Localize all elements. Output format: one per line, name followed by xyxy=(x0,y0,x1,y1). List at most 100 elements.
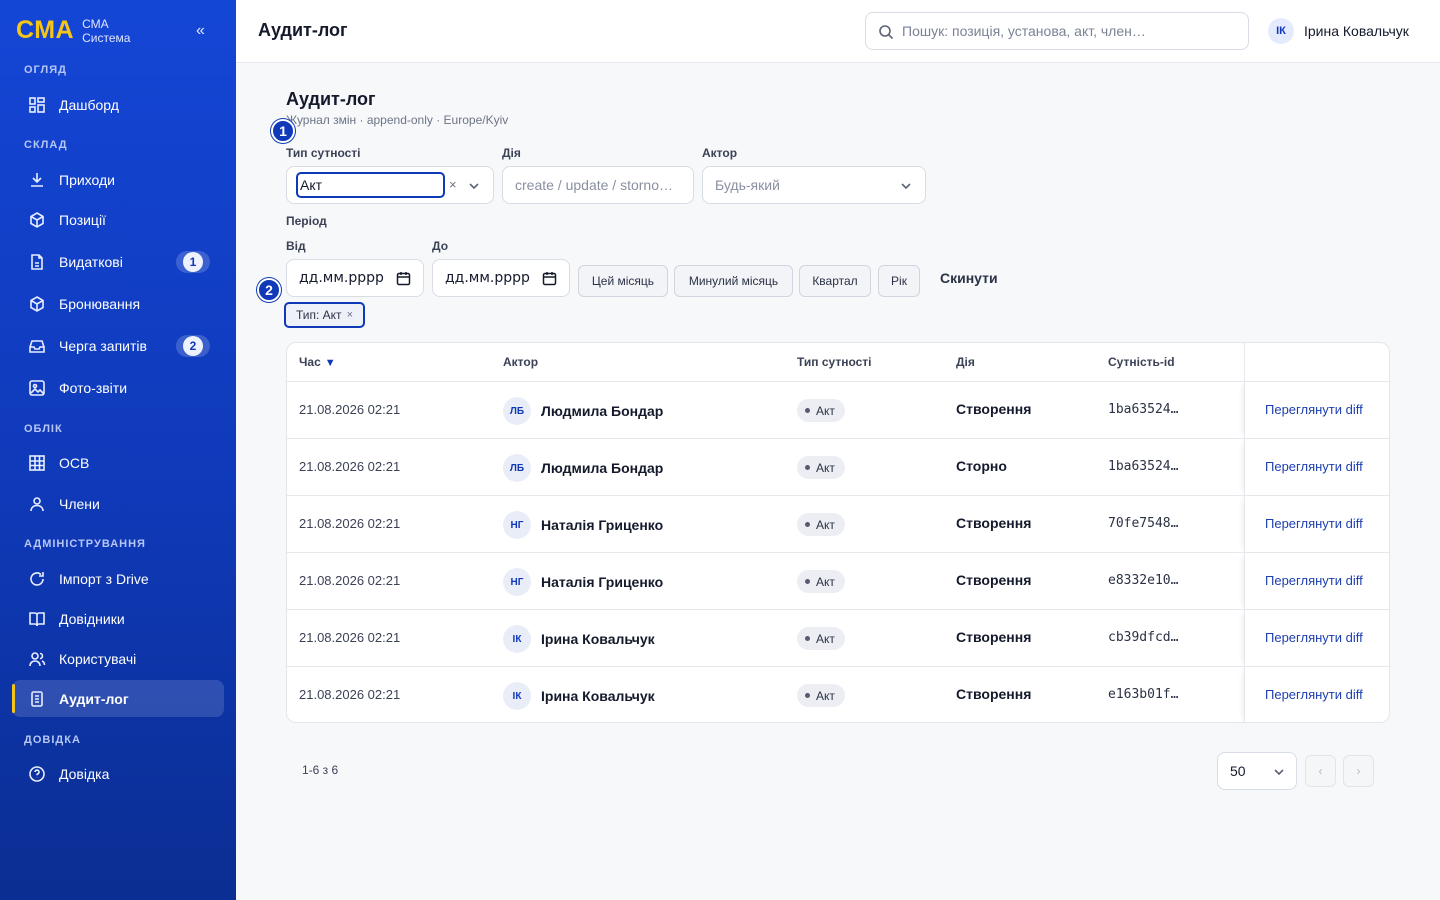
preset-last-month-button[interactable]: Минулий місяць xyxy=(674,265,793,297)
count-badge: 1 xyxy=(176,250,210,273)
column-header-action: Дія xyxy=(956,355,975,369)
sidebar-item-receipts[interactable]: Приходи xyxy=(12,161,224,198)
date-to-input[interactable]: дд.мм.рррр xyxy=(432,259,570,297)
actor-name: Ірина Ковальчук xyxy=(541,688,655,704)
entity-type-input[interactable]: Акт xyxy=(296,172,445,198)
cell-action: Створення xyxy=(956,629,1032,645)
cell-entity-id: 1ba63524… xyxy=(1108,459,1179,474)
sidebar-item-request-queue[interactable]: Черга запитів 2 xyxy=(12,327,224,364)
page-title: Аудит-лог xyxy=(286,89,376,109)
sidebar-item-osv[interactable]: ОСВ xyxy=(12,444,224,481)
sidebar-item-positions[interactable]: Позиції xyxy=(12,201,224,238)
step-marker-2: 2 xyxy=(257,278,281,302)
download-icon xyxy=(28,171,46,189)
sidebar-item-expenses[interactable]: Видаткові 1 xyxy=(12,243,224,280)
preset-year-button[interactable]: Рік xyxy=(878,265,920,297)
sidebar-item-label: Члени xyxy=(59,495,100,512)
clear-entity-button[interactable]: × xyxy=(449,177,457,192)
to-label: До xyxy=(432,239,449,253)
entity-type-select[interactable]: Акт × xyxy=(286,166,494,204)
view-diff-link[interactable]: Переглянути diff xyxy=(1265,516,1363,531)
avatar: ІК xyxy=(503,625,531,653)
column-header-label: Час xyxy=(299,355,321,369)
dashboard-icon xyxy=(28,96,46,114)
sidebar-item-directories[interactable]: Довідники xyxy=(12,600,224,637)
brand-logo: СМА xyxy=(16,16,75,44)
row-actions: Переглянути diff xyxy=(1244,382,1389,439)
view-diff-link[interactable]: Переглянути diff xyxy=(1265,687,1363,702)
next-page-button[interactable]: › xyxy=(1343,755,1374,787)
sidebar-item-photo-reports[interactable]: Фото-звіти xyxy=(12,369,224,406)
preset-quarter-button[interactable]: Квартал xyxy=(799,265,871,297)
column-header-time[interactable]: Час ▼ xyxy=(299,355,336,369)
sidebar-item-import-drive[interactable]: Імпорт з Drive xyxy=(12,560,224,597)
section-label-stock: СКЛАД xyxy=(24,139,68,151)
entity-label: Акт xyxy=(816,460,835,475)
search-input[interactable] xyxy=(902,23,1232,39)
entity-label: Акт xyxy=(816,631,835,646)
cell-time: 21.08.2026 02:21 xyxy=(299,516,401,531)
grid-icon xyxy=(28,454,46,472)
cell-action: Створення xyxy=(956,572,1032,588)
row-actions: Переглянути diff xyxy=(1244,667,1389,722)
search-box[interactable] xyxy=(865,12,1249,50)
actor-placeholder: Будь-який xyxy=(715,177,780,193)
page-size-value: 50 xyxy=(1230,763,1246,779)
entity-label: Акт xyxy=(816,403,835,418)
remove-filter-icon[interactable]: × xyxy=(347,309,353,321)
sidebar-item-audit-log[interactable]: Аудит-лог xyxy=(12,680,224,717)
cell-time: 21.08.2026 02:21 xyxy=(299,573,401,588)
active-filter-tag[interactable]: Тип: Акт × xyxy=(284,302,365,328)
cell-action: Створення xyxy=(956,401,1032,417)
table-row: 21.08.2026 02:21 ІК Ірина Ковальчук Акт С… xyxy=(287,666,1389,722)
badge-count: 1 xyxy=(183,251,203,272)
calendar-icon[interactable] xyxy=(542,271,557,286)
cell-entity-id: 70fe7548… xyxy=(1108,516,1179,531)
actor-select[interactable]: Будь-який xyxy=(702,166,926,204)
sidebar-item-label: Довідники xyxy=(59,610,125,627)
calendar-icon[interactable] xyxy=(396,271,411,286)
cell-actor: ІК Ірина Ковальчук xyxy=(503,625,655,653)
view-diff-link[interactable]: Переглянути diff xyxy=(1265,630,1363,645)
entity-type-label: Тип сутності xyxy=(286,146,361,160)
actor-name: Наталія Гриценко xyxy=(541,574,664,590)
brand[interactable]: СМА СМА Система xyxy=(16,16,130,45)
view-diff-link[interactable]: Переглянути diff xyxy=(1265,573,1363,588)
sidebar-item-label: Довідка xyxy=(59,765,110,782)
chevron-down-icon xyxy=(1274,769,1284,776)
box-icon xyxy=(28,295,46,313)
brand-line-1: СМА xyxy=(82,16,109,31)
cell-actor: НГ Наталія Гриценко xyxy=(503,511,663,539)
step-marker-1: 1 xyxy=(271,119,295,143)
date-from-input[interactable]: дд.мм.рррр xyxy=(286,259,424,297)
user-menu[interactable]: ІК Ірина Ковальчук xyxy=(1268,18,1409,44)
view-diff-link[interactable]: Переглянути diff xyxy=(1265,459,1363,474)
sidebar-item-help[interactable]: Довідка xyxy=(12,755,224,792)
sidebar-item-members[interactable]: Члени xyxy=(12,485,224,522)
sidebar-item-reservations[interactable]: Бронювання xyxy=(12,285,224,322)
reset-filters-button[interactable]: Скинути xyxy=(940,270,998,286)
sidebar-item-label: Бронювання xyxy=(59,295,141,312)
entity-badge: Акт xyxy=(797,684,845,707)
section-label-overview: ОГЛЯД xyxy=(24,64,67,76)
image-icon xyxy=(28,379,46,397)
preset-this-month-button[interactable]: Цей місяць xyxy=(578,265,668,297)
collapse-sidebar-button[interactable]: « xyxy=(196,22,205,40)
view-diff-link[interactable]: Переглянути diff xyxy=(1265,402,1363,417)
action-field[interactable]: create / update / storno… xyxy=(502,166,694,204)
sidebar-item-users[interactable]: Користувачі xyxy=(12,640,224,677)
chevron-down-icon[interactable] xyxy=(467,179,481,193)
action-label: Дія xyxy=(502,146,521,160)
refresh-icon xyxy=(28,570,46,588)
sort-desc-icon: ▼ xyxy=(324,357,336,369)
table-row: 21.08.2026 02:21 ІК Ірина Ковальчук Акт С… xyxy=(287,609,1389,667)
sidebar-item-dashboard[interactable]: Дашборд xyxy=(12,86,224,123)
cell-action: Створення xyxy=(956,686,1032,702)
prev-page-button[interactable]: ‹ xyxy=(1305,755,1336,787)
action-placeholder: create / update / storno… xyxy=(515,177,673,193)
dot-icon xyxy=(805,636,810,641)
table-row: 21.08.2026 02:21 НГ Наталія Гриценко Акт … xyxy=(287,552,1389,610)
page-size-select[interactable]: 50 xyxy=(1217,752,1297,790)
cell-actor: ЛБ Людмила Бондар xyxy=(503,454,663,482)
cell-entity-id: e163b01f… xyxy=(1108,687,1179,702)
